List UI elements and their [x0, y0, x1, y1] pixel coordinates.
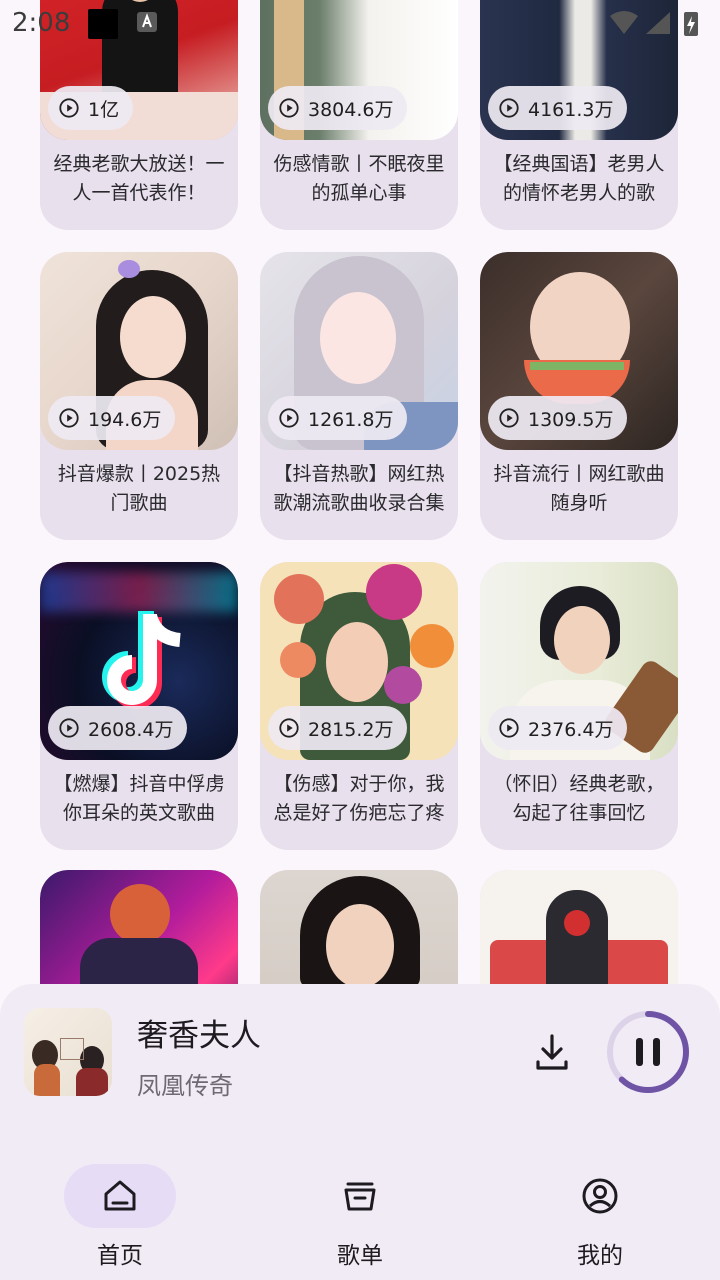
play-count: 194.6万	[88, 408, 162, 431]
play-circle-icon	[279, 718, 299, 738]
home-icon	[104, 1180, 136, 1211]
play-count: 2608.4万	[88, 718, 174, 741]
play-count: 2376.4万	[528, 718, 614, 741]
playlist-cover	[260, 870, 458, 990]
play-count-badge[interactable]: 1261.8万	[268, 396, 408, 440]
play-circle-icon	[59, 98, 79, 118]
playlist-card[interactable]: 2376.4万 （怀旧）经典老歌，勾起了往事回忆	[480, 562, 678, 850]
playlist-title: 抖音流行丨网红歌曲随身听	[493, 463, 665, 514]
notification-square-icon	[88, 9, 118, 39]
play-count-badge[interactable]: 2608.4万	[48, 706, 188, 750]
keyboard-a-icon	[137, 12, 157, 32]
playlist-title: 【抖音热歌】网红热歌潮流歌曲收录合集	[273, 463, 445, 514]
wifi-icon	[610, 11, 638, 34]
play-circle-icon	[499, 718, 519, 738]
nav-item-playlist[interactable]: 歌单	[260, 1148, 460, 1280]
nav-indicator	[544, 1164, 656, 1228]
playlist-cover: 2815.2万	[260, 562, 458, 760]
play-count: 3804.6万	[308, 98, 394, 121]
playlist-card[interactable]	[40, 870, 238, 990]
signal-icon	[646, 12, 670, 34]
playlist-title: 抖音爆款丨2025热门歌曲	[57, 463, 221, 514]
play-count: 2815.2万	[308, 718, 394, 741]
artist-name: 凤凰传奇	[137, 1072, 233, 1100]
play-count: 1309.5万	[528, 408, 614, 431]
playlist-title: 伤感情歌丨不眠夜里的孤单心事	[273, 153, 445, 204]
play-circle-icon	[279, 408, 299, 428]
playlist-card[interactable]: 2815.2万 【伤感】对于你，我总是好了伤疤忘了疼	[260, 562, 458, 850]
nav-item-home[interactable]: 首页	[20, 1148, 220, 1280]
bottom-navigation: 首页 歌单 我的	[0, 1148, 720, 1280]
status-time: 2:08	[12, 8, 71, 38]
play-count: 1亿	[88, 98, 120, 121]
playlist-card[interactable]: 1309.5万 抖音流行丨网红歌曲随身听	[480, 252, 678, 540]
play-count: 1261.8万	[308, 408, 394, 431]
play-circle-icon	[59, 718, 79, 738]
play-count-badge[interactable]: 1309.5万	[488, 396, 628, 440]
playlist-icon	[344, 1182, 376, 1211]
nav-active-indicator	[64, 1164, 176, 1228]
playlist-cover: 1309.5万	[480, 252, 678, 450]
nav-label: 首页	[97, 1243, 143, 1269]
play-count-badge[interactable]: 2815.2万	[268, 706, 408, 750]
play-count-badge[interactable]: 2376.4万	[488, 706, 628, 750]
play-count-badge[interactable]: 3804.6万	[268, 86, 408, 130]
play-count-badge[interactable]: 1亿	[48, 86, 134, 130]
playlist-card[interactable]: 2608.4万 【燃爆】抖音中俘虏你耳朵的英文歌曲	[40, 562, 238, 850]
play-circle-icon	[499, 98, 519, 118]
pause-button[interactable]	[606, 1010, 690, 1094]
playlist-card[interactable]	[260, 870, 458, 990]
download-icon[interactable]	[530, 1030, 574, 1074]
playlist-title: 【伤感】对于你，我总是好了伤疤忘了疼	[273, 773, 445, 824]
pause-icon	[636, 1038, 643, 1066]
playlist-title: （怀旧）经典老歌，勾起了往事回忆	[493, 773, 665, 824]
battery-charging-icon	[684, 12, 698, 36]
playlist-card[interactable]: 194.6万 抖音爆款丨2025热门歌曲	[40, 252, 238, 540]
tiktok-logo-icon	[102, 611, 181, 709]
playlist-cover: 2608.4万	[40, 562, 238, 760]
nav-item-profile[interactable]: 我的	[500, 1148, 700, 1280]
pause-icon	[653, 1038, 660, 1066]
nav-label: 歌单	[337, 1243, 383, 1269]
playlist-cover: 194.6万	[40, 252, 238, 450]
status-bar: 2:08	[0, 0, 720, 48]
playlist-card[interactable]	[480, 870, 678, 990]
playlist-title: 【经典国语】老男人的情怀老男人的歌	[493, 153, 665, 204]
playlist-cover	[40, 870, 238, 990]
play-count: 4161.3万	[528, 98, 614, 121]
playlist-cover: 1261.8万	[260, 252, 458, 450]
playlist-cover	[480, 870, 678, 990]
playlist-cover: 2376.4万	[480, 562, 678, 760]
play-circle-icon	[499, 408, 519, 428]
playlist-grid: 1亿 经典老歌大放送！一人一首代表作！ 3804.6万 伤感情歌丨不眠夜里的孤单…	[0, 0, 720, 990]
song-title: 奢香夫人	[137, 1018, 261, 1054]
play-count-badge[interactable]: 4161.3万	[488, 86, 628, 130]
nav-indicator	[304, 1164, 416, 1228]
album-art[interactable]	[24, 1008, 112, 1096]
playlist-card[interactable]: 1261.8万 【抖音热歌】网红热歌潮流歌曲收录合集	[260, 252, 458, 540]
profile-icon	[582, 1178, 618, 1214]
play-count-badge[interactable]: 194.6万	[48, 396, 176, 440]
play-circle-icon	[279, 98, 299, 118]
nav-label: 我的	[577, 1243, 623, 1269]
playlist-title: 经典老歌大放送！一人一首代表作！	[53, 153, 225, 204]
playlist-title: 【燃爆】抖音中俘虏你耳朵的英文歌曲	[53, 773, 225, 824]
system-status-icons	[610, 11, 698, 36]
play-circle-icon	[59, 408, 79, 428]
